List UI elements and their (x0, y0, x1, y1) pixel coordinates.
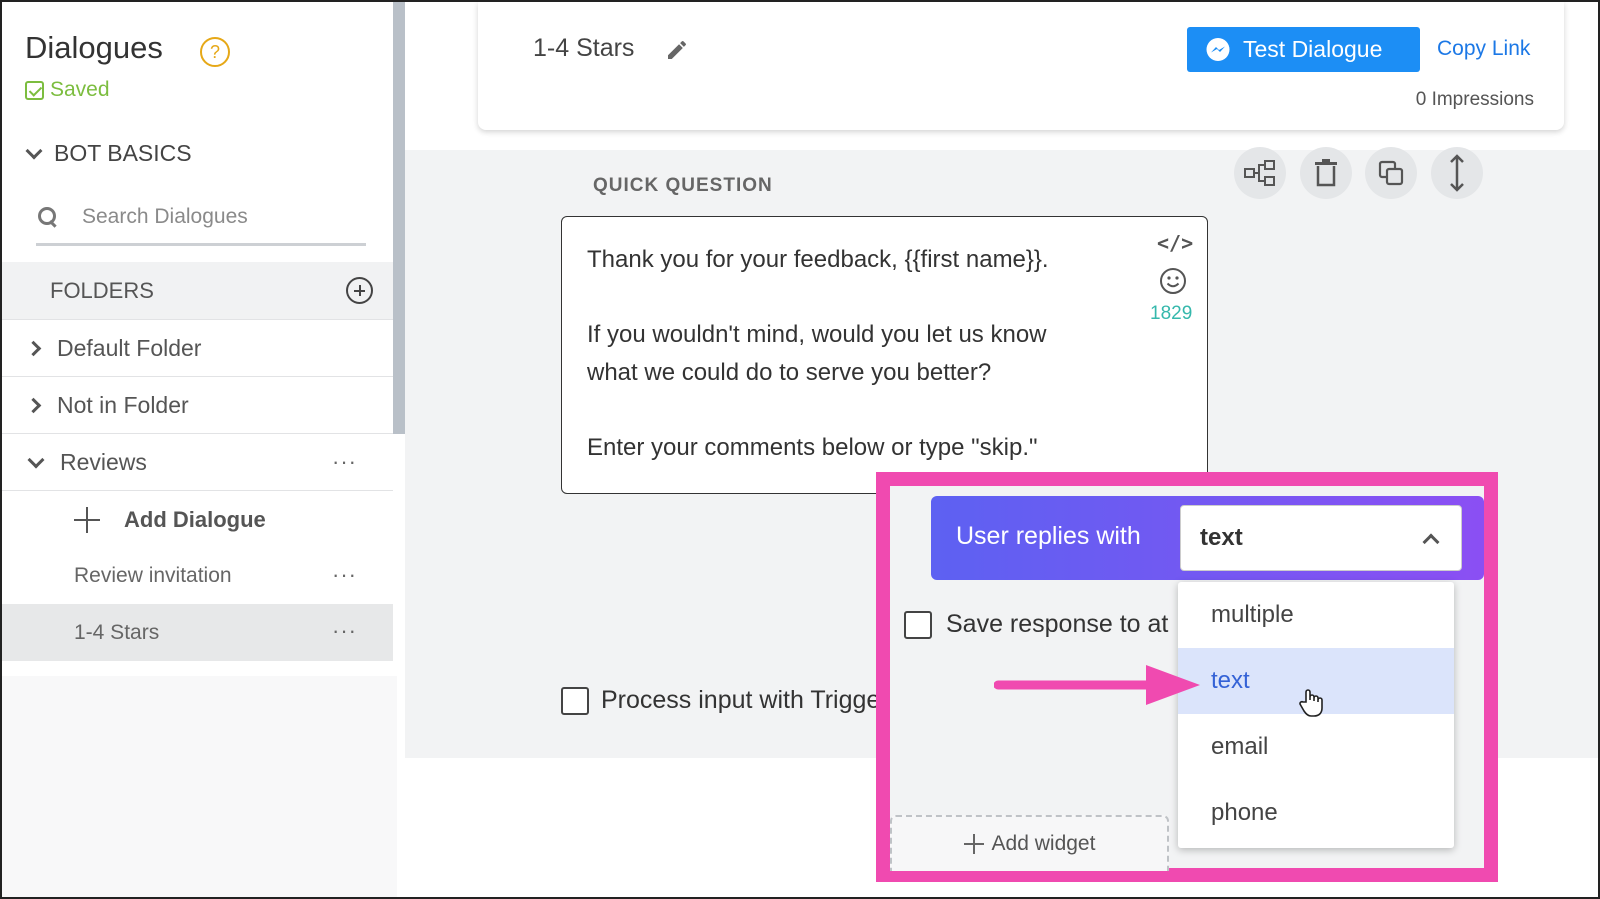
dropdown-option-phone[interactable]: phone (1178, 780, 1454, 846)
message-line: Thank you for your feedback, {{first nam… (587, 246, 1049, 273)
folders-label: FOLDERS (50, 278, 154, 303)
resize-button[interactable] (1431, 147, 1483, 199)
plus-icon (74, 507, 100, 533)
folder-label: Not in Folder (57, 392, 189, 418)
impressions-count: 0 Impressions (1415, 89, 1534, 110)
add-dialogue-label: Add Dialogue (124, 507, 266, 532)
folder-item-default[interactable]: Default Folder (2, 321, 393, 377)
message-line: If you wouldn't mind, would you let us k… (587, 321, 1047, 348)
process-triggers-checkbox[interactable] (561, 686, 589, 715)
hand-cursor-icon (1299, 689, 1323, 717)
folder-label: Reviews (60, 449, 147, 475)
reply-type-label: User replies with (956, 522, 1141, 550)
process-triggers-label: Process input with Triggers (601, 686, 902, 714)
chevron-right-icon (25, 397, 42, 414)
character-count: 1829 (1150, 303, 1193, 324)
folder-item-reviews[interactable]: Reviews ··· (2, 435, 393, 491)
pencil-icon[interactable] (665, 38, 689, 62)
bot-basics-label: BOT BASICS (54, 140, 192, 166)
dropdown-option-email[interactable]: email (1178, 714, 1454, 780)
add-widget-button[interactable]: Add widget (890, 815, 1169, 871)
chevron-down-icon (25, 142, 43, 159)
more-options-icon[interactable]: ··· (332, 562, 357, 588)
search-input[interactable] (82, 204, 352, 229)
sidebar-scrollbar[interactable] (393, 2, 405, 434)
folder-label: Default Folder (57, 335, 202, 361)
save-response-label: Save response to at (946, 610, 1169, 638)
copy-icon (1378, 160, 1404, 186)
messenger-icon (1206, 37, 1230, 61)
code-icon[interactable]: </> (1157, 231, 1193, 255)
duplicate-button[interactable] (1365, 147, 1417, 199)
folder-item-not-in-folder[interactable]: Not in Folder (2, 378, 393, 434)
search-dialogues (36, 190, 366, 246)
save-response-option[interactable]: Save response to at (904, 610, 1178, 639)
section-label: QUICK QUESTION (593, 175, 773, 196)
vertical-resize-icon (1450, 154, 1464, 192)
process-triggers-option[interactable]: Process input with Triggers (561, 686, 901, 715)
emoji-icon[interactable] (1159, 267, 1187, 295)
arrow-annotation-icon (994, 665, 1200, 705)
test-dialogue-button[interactable]: Test Dialogue (1187, 27, 1420, 72)
sidebar-empty-area (2, 676, 397, 897)
add-folder-icon[interactable] (346, 277, 373, 304)
dialogue-label: Review invitation (74, 564, 232, 587)
bot-basics-toggle[interactable]: BOT BASICS (25, 140, 192, 167)
saved-check-icon (25, 80, 44, 100)
test-dialogue-label: Test Dialogue (1243, 36, 1383, 62)
flow-button[interactable] (1234, 147, 1286, 199)
sidebar-title: Dialogues (25, 30, 163, 65)
flow-icon (1244, 160, 1275, 186)
chevron-up-icon (1422, 533, 1440, 551)
trash-icon (1315, 159, 1337, 187)
dropdown-option-multiple[interactable]: multiple (1178, 582, 1454, 648)
message-editor[interactable]: Thank you for your feedback, {{first nam… (561, 216, 1208, 494)
more-options-icon[interactable]: ··· (332, 449, 357, 475)
search-icon (38, 206, 58, 227)
add-dialogue-button[interactable]: Add Dialogue (2, 492, 393, 548)
save-response-checkbox[interactable] (904, 610, 932, 639)
message-line: what we could do to serve you better? (587, 359, 992, 386)
copy-link[interactable]: Copy Link (1437, 37, 1530, 61)
add-widget-label: Add widget (991, 832, 1096, 855)
saved-status: Saved (25, 78, 110, 102)
saved-label: Saved (50, 78, 110, 101)
reply-type-select[interactable]: text (1180, 505, 1462, 571)
dialogue-name: 1-4 Stars (533, 34, 635, 62)
reply-type-value: text (1200, 524, 1243, 551)
dialogue-item-review-invitation[interactable]: Review invitation ··· (2, 548, 393, 604)
plus-icon (963, 834, 984, 854)
help-icon[interactable]: ? (200, 37, 230, 67)
more-options-icon[interactable]: ··· (332, 618, 357, 644)
dialogue-label: 1-4 Stars (74, 620, 160, 644)
chevron-down-icon (27, 451, 45, 468)
message-line: Enter your comments below or type "skip.… (587, 434, 1038, 461)
folders-header: FOLDERS (2, 262, 393, 320)
delete-button[interactable] (1300, 147, 1352, 199)
chevron-right-icon (25, 340, 42, 357)
dialogue-item-1-4-stars[interactable]: 1-4 Stars ··· (2, 604, 393, 661)
